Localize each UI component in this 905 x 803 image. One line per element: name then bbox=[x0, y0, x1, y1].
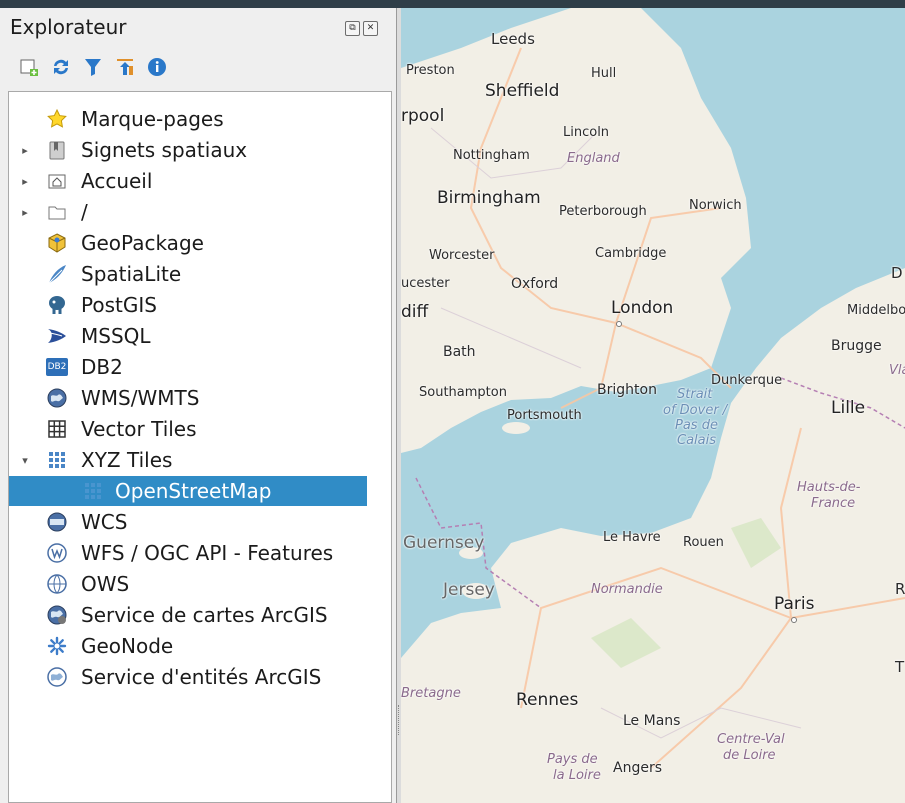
map-label-preston: Preston bbox=[406, 63, 455, 78]
map-label-bretagne: Bretagne bbox=[401, 686, 461, 701]
map-label-paris: Paris bbox=[774, 594, 815, 614]
star-icon bbox=[45, 107, 69, 131]
map-label-guernsey: Guernsey bbox=[403, 533, 485, 553]
add-layer-button[interactable] bbox=[18, 56, 40, 78]
vector-tiles-icon bbox=[45, 417, 69, 441]
map-label-of-dover: of Dover / bbox=[663, 403, 728, 418]
map-label-ucester: ucester bbox=[401, 276, 450, 291]
arcgis-map-icon bbox=[45, 603, 69, 627]
map-label-brighton: Brighton bbox=[597, 382, 657, 398]
map-label-bath: Bath bbox=[443, 344, 476, 360]
map-label-peterborough: Peterborough bbox=[559, 204, 647, 219]
map-label-le-mans: Le Mans bbox=[623, 713, 681, 729]
refresh-button[interactable] bbox=[50, 56, 72, 78]
close-panel-button[interactable]: ✕ bbox=[363, 21, 378, 36]
map-label-centre-val: Centre-Val bbox=[717, 732, 785, 747]
wfs-icon bbox=[45, 541, 69, 565]
wms-icon bbox=[45, 386, 69, 410]
properties-button[interactable] bbox=[146, 56, 168, 78]
london-marker bbox=[616, 321, 622, 327]
map-label-pays-de: Pays de bbox=[547, 752, 598, 767]
add-layer-icon bbox=[20, 59, 38, 76]
map-label-calais: Calais bbox=[677, 433, 717, 448]
map-label-t: T bbox=[895, 658, 905, 676]
map-label-diff: diff bbox=[401, 302, 429, 322]
folder-icon bbox=[45, 200, 69, 224]
map-label-jersey: Jersey bbox=[443, 580, 495, 600]
map-label-norwich: Norwich bbox=[689, 198, 742, 213]
map-label-middelburg: Middelbo bbox=[847, 303, 905, 318]
map-basemap bbox=[401, 8, 905, 803]
map-label-angers: Angers bbox=[613, 760, 662, 776]
arcgis-feature-icon bbox=[45, 665, 69, 689]
map-label-hull: Hull bbox=[591, 66, 617, 81]
map-label-rouen: Rouen bbox=[683, 535, 724, 550]
bookmark-icon bbox=[45, 138, 69, 162]
map-label-france-region: France bbox=[811, 496, 856, 511]
map-label-oxford: Oxford bbox=[511, 276, 559, 292]
browser-toolbar bbox=[18, 56, 168, 78]
map-label-nottingham: Nottingham bbox=[453, 148, 530, 163]
map-label-hauts-de: Hauts-de- bbox=[797, 480, 861, 495]
map-label-cambridge: Cambridge bbox=[595, 246, 667, 261]
spatialite-icon bbox=[45, 262, 69, 286]
map-label-england: England bbox=[567, 151, 620, 166]
xyz-tile-layer-icon bbox=[81, 479, 105, 503]
map-label-r: R bbox=[895, 580, 905, 598]
mssql-icon bbox=[45, 324, 69, 348]
map-label-lincoln: Lincoln bbox=[563, 125, 610, 140]
browser-tree[interactable]: Marque-pages ▸ Signets spatiaux ▸ Accuei… bbox=[8, 91, 392, 803]
window-top-strip bbox=[0, 0, 905, 8]
map-label-dunkerque: Dunkerque bbox=[711, 373, 783, 388]
filter-icon bbox=[85, 59, 101, 76]
map-label-southampton: Southampton bbox=[419, 385, 507, 400]
map-label-de-loire: de Loire bbox=[723, 748, 776, 763]
xyz-tiles-icon bbox=[45, 448, 69, 472]
float-panel-button[interactable]: ⧉ bbox=[345, 21, 360, 36]
map-label-strait: Strait bbox=[677, 387, 713, 402]
tree-item-openstreetmap[interactable]: OpenStreetMap bbox=[9, 476, 367, 506]
map-label-la-loire: la Loire bbox=[553, 768, 601, 783]
filter-button[interactable] bbox=[82, 56, 104, 78]
map-label-d: D bbox=[891, 264, 903, 282]
map-label-sheffield: Sheffield bbox=[485, 81, 560, 101]
panel-title: Explorateur bbox=[10, 15, 127, 39]
postgis-icon bbox=[45, 293, 69, 317]
info-icon bbox=[148, 58, 166, 76]
map-label-birmingham: Birmingham bbox=[437, 188, 541, 208]
map-label-worcester: Worcester bbox=[429, 248, 495, 263]
ows-icon bbox=[45, 572, 69, 596]
map-label-vla: Vla bbox=[889, 363, 905, 378]
map-label-lille: Lille bbox=[831, 398, 866, 418]
expand-arrow-icon[interactable]: ▸ bbox=[19, 175, 31, 188]
map-label-rennes: Rennes bbox=[516, 690, 579, 710]
map-label-london: London bbox=[611, 298, 674, 318]
map-label-brugge: Brugge bbox=[831, 338, 882, 354]
geonode-icon bbox=[45, 634, 69, 658]
collapse-all-button[interactable] bbox=[114, 56, 136, 78]
map-label-leeds: Leeds bbox=[491, 30, 535, 48]
db2-icon: DB2 bbox=[45, 355, 69, 379]
home-folder-icon bbox=[45, 169, 69, 193]
map-label-portsmouth: Portsmouth bbox=[507, 408, 582, 423]
browser-panel: Explorateur ⧉ ✕ Marque-pages ▸ Signets s… bbox=[0, 8, 397, 803]
geopackage-icon bbox=[45, 231, 69, 255]
wcs-icon bbox=[45, 510, 69, 534]
map-label-pas-de: Pas de bbox=[675, 418, 718, 433]
collapse-all-icon bbox=[117, 59, 133, 75]
paris-marker bbox=[791, 617, 797, 623]
map-canvas[interactable]: Leeds Preston Hull Sheffield rpool Linco… bbox=[401, 8, 905, 803]
collapse-arrow-icon[interactable]: ▾ bbox=[19, 454, 31, 467]
dock-buttons: ⧉ ✕ bbox=[345, 21, 378, 36]
map-label-le-havre: Le Havre bbox=[603, 530, 661, 545]
expand-arrow-icon[interactable]: ▸ bbox=[19, 144, 31, 157]
map-label-rpool: rpool bbox=[401, 106, 445, 126]
refresh-icon bbox=[54, 59, 68, 75]
expand-arrow-icon[interactable]: ▸ bbox=[19, 206, 31, 219]
map-label-normandie: Normandie bbox=[591, 582, 663, 597]
